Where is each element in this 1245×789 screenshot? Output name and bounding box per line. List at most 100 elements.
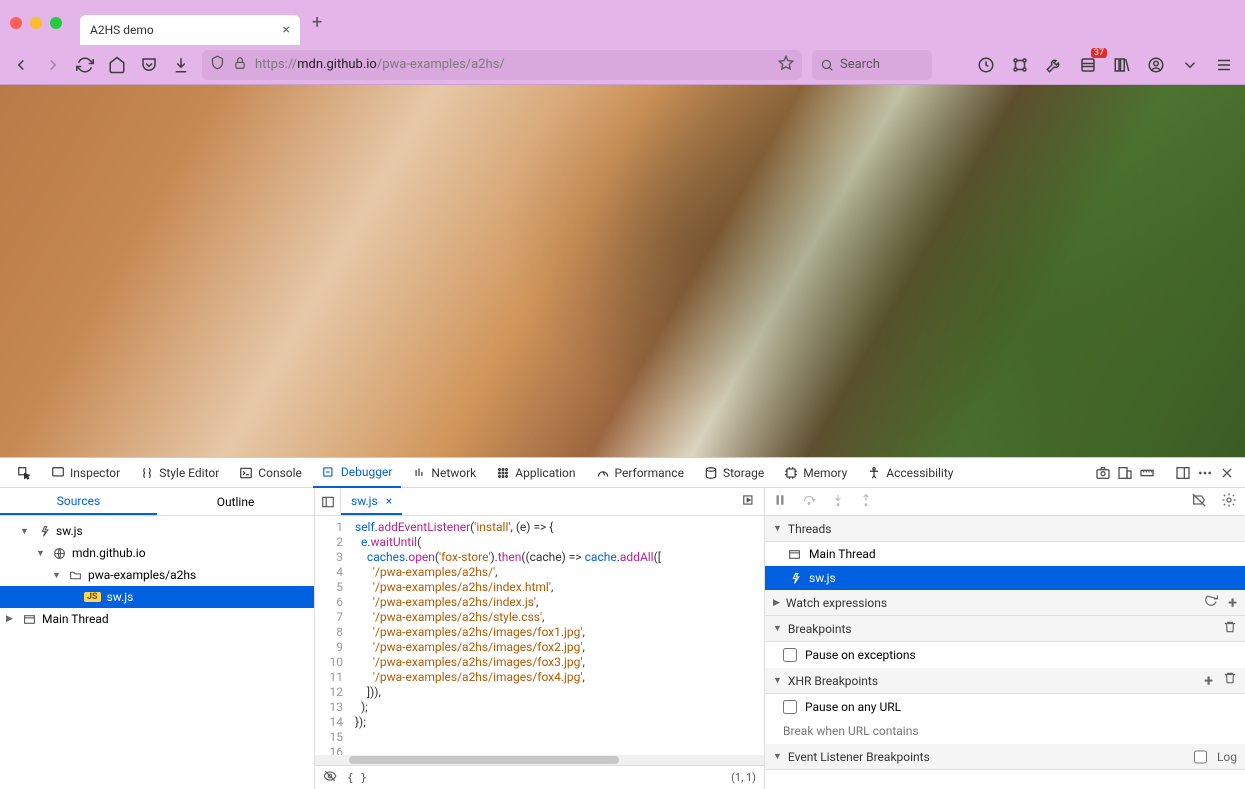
blackbox-icon[interactable] bbox=[323, 769, 337, 786]
app-menu-icon[interactable] bbox=[1213, 54, 1235, 76]
worker-icon bbox=[36, 524, 50, 538]
xhr-breakpoints-header[interactable]: ▼XHR Breakpoints + bbox=[765, 668, 1245, 694]
tab-close-icon[interactable]: × bbox=[283, 22, 290, 38]
devtools-toggle-icon[interactable] bbox=[1009, 54, 1031, 76]
downloads-icon[interactable] bbox=[170, 54, 192, 76]
search-icon bbox=[820, 58, 834, 72]
editor-scrollbar[interactable] bbox=[315, 755, 764, 765]
rulers-icon[interactable] bbox=[1137, 463, 1157, 483]
disable-breakpoints-icon[interactable] bbox=[1191, 492, 1207, 511]
search-bar[interactable]: Search bbox=[812, 50, 932, 80]
pause-any-url-row[interactable]: Pause on any URL bbox=[765, 694, 1245, 720]
tab-style-editor[interactable]: Style Editor bbox=[131, 458, 228, 488]
log-checkbox[interactable] bbox=[1194, 750, 1207, 764]
reload-button[interactable] bbox=[74, 54, 96, 76]
close-devtools-icon[interactable] bbox=[1217, 463, 1237, 483]
refresh-watch-icon[interactable] bbox=[1204, 593, 1218, 612]
tree-worker-root[interactable]: ▼ sw.js bbox=[0, 520, 314, 542]
tree-folder[interactable]: ▼ pwa-examples/a2hs bbox=[0, 564, 314, 586]
editor-tree-toggle-icon[interactable] bbox=[315, 488, 341, 515]
devtools-toolbar: Inspector Style Editor Console Debugger … bbox=[0, 458, 1245, 488]
code-editor[interactable]: self.addEventListener('install', (e) => … bbox=[349, 516, 764, 755]
extension-icon[interactable]: 37 bbox=[1077, 54, 1099, 76]
event-listener-header[interactable]: ▼Event Listener Breakpoints Log bbox=[765, 744, 1245, 770]
url-text: https://mdn.github.io/pwa-examples/a2hs/ bbox=[255, 57, 505, 72]
break-url-input[interactable] bbox=[783, 724, 1235, 738]
forward-button[interactable] bbox=[42, 54, 64, 76]
js-badge-icon: JS bbox=[84, 592, 101, 602]
line-gutter[interactable]: 12345678910111213141516 bbox=[315, 516, 349, 755]
debugger-side-panel: ▼Threads Main Thread sw.js ▶Watch expres… bbox=[765, 488, 1245, 789]
screenshot-icon[interactable] bbox=[1093, 463, 1113, 483]
tab-performance[interactable]: Performance bbox=[587, 458, 693, 488]
step-out-icon[interactable] bbox=[859, 493, 873, 510]
pause-on-exceptions-row[interactable]: Pause on exceptions bbox=[765, 642, 1245, 668]
devtools-panel: Inspector Style Editor Console Debugger … bbox=[0, 457, 1245, 789]
back-button[interactable] bbox=[10, 54, 32, 76]
pause-exceptions-checkbox[interactable] bbox=[783, 648, 797, 662]
settings-gear-icon[interactable] bbox=[1221, 492, 1237, 511]
more-icon[interactable] bbox=[1195, 463, 1215, 483]
tab-network[interactable]: Network bbox=[403, 458, 485, 488]
library-icon[interactable] bbox=[1111, 54, 1133, 76]
history-icon[interactable] bbox=[975, 54, 997, 76]
browser-tab[interactable]: A2HS demo × bbox=[80, 15, 300, 45]
tree-main-thread[interactable]: ▶ Main Thread bbox=[0, 608, 314, 630]
pick-element-icon[interactable] bbox=[8, 458, 40, 488]
run-to-here-icon[interactable] bbox=[734, 493, 764, 510]
outline-tab[interactable]: Outline bbox=[157, 488, 314, 515]
tab-application[interactable]: Application bbox=[487, 458, 584, 488]
extension-badge-count: 37 bbox=[1091, 48, 1107, 58]
cursor-position: (1, 1) bbox=[731, 771, 756, 784]
tab-title: A2HS demo bbox=[90, 23, 154, 37]
tab-console[interactable]: Console bbox=[230, 458, 311, 488]
search-placeholder: Search bbox=[840, 57, 880, 72]
editor-tab-close-icon[interactable]: × bbox=[386, 494, 392, 508]
browser-toolbar: https://mdn.github.io/pwa-examples/a2hs/… bbox=[0, 45, 1245, 85]
tracking-shield-icon[interactable] bbox=[210, 55, 225, 74]
responsive-mode-icon[interactable] bbox=[1115, 463, 1135, 483]
tab-strip: A2HS demo × + bbox=[0, 0, 1245, 45]
sources-tree: ▼ sw.js ▼ mdn.github.io ▼ pwa-examples/a… bbox=[0, 516, 314, 789]
tree-origin[interactable]: ▼ mdn.github.io bbox=[0, 542, 314, 564]
tree-file-swjs[interactable]: JS sw.js bbox=[0, 586, 314, 608]
threads-header[interactable]: ▼Threads bbox=[765, 516, 1245, 542]
watch-header[interactable]: ▶Watch expressions + bbox=[765, 590, 1245, 616]
window-close[interactable] bbox=[10, 17, 22, 29]
tab-storage[interactable]: Storage bbox=[695, 458, 773, 488]
dock-mode-icon[interactable] bbox=[1173, 463, 1193, 483]
home-button[interactable] bbox=[106, 54, 128, 76]
tab-debugger[interactable]: Debugger bbox=[313, 458, 402, 488]
account-icon[interactable] bbox=[1145, 54, 1167, 76]
tab-accessibility[interactable]: Accessibility bbox=[858, 458, 962, 488]
step-in-icon[interactable] bbox=[831, 493, 845, 510]
breakpoints-header[interactable]: ▼Breakpoints bbox=[765, 616, 1245, 642]
prettyprint-icon[interactable]: { } bbox=[347, 771, 367, 784]
thread-sw[interactable]: sw.js bbox=[765, 566, 1245, 590]
wrench-icon[interactable] bbox=[1043, 54, 1065, 76]
tab-memory[interactable]: Memory bbox=[775, 458, 856, 488]
add-watch-icon[interactable]: + bbox=[1228, 593, 1237, 612]
add-xhr-icon[interactable]: + bbox=[1204, 671, 1213, 690]
globe-icon bbox=[52, 546, 66, 560]
sources-panel: Sources Outline ▼ sw.js ▼ mdn.github.io … bbox=[0, 488, 315, 789]
worker-icon bbox=[787, 571, 801, 585]
window-minimize[interactable] bbox=[30, 17, 42, 29]
bookmark-star-icon[interactable] bbox=[778, 55, 794, 75]
step-over-icon[interactable] bbox=[801, 493, 817, 510]
editor-tab-swjs[interactable]: sw.js × bbox=[341, 488, 402, 515]
pause-icon[interactable] bbox=[773, 493, 787, 510]
lock-icon[interactable] bbox=[233, 56, 247, 74]
new-tab-button[interactable]: + bbox=[312, 12, 322, 33]
sources-tab[interactable]: Sources bbox=[0, 488, 157, 515]
page-content-image bbox=[0, 85, 1245, 457]
chevron-down-icon[interactable] bbox=[1179, 54, 1201, 76]
tab-inspector[interactable]: Inspector bbox=[42, 458, 129, 488]
window-zoom[interactable] bbox=[50, 17, 62, 29]
delete-xhr-icon[interactable] bbox=[1223, 671, 1237, 690]
pause-any-url-checkbox[interactable] bbox=[783, 700, 797, 714]
url-bar[interactable]: https://mdn.github.io/pwa-examples/a2hs/ bbox=[202, 50, 802, 80]
delete-breakpoints-icon[interactable] bbox=[1223, 620, 1237, 637]
thread-main[interactable]: Main Thread bbox=[765, 542, 1245, 566]
pocket-icon[interactable] bbox=[138, 54, 160, 76]
